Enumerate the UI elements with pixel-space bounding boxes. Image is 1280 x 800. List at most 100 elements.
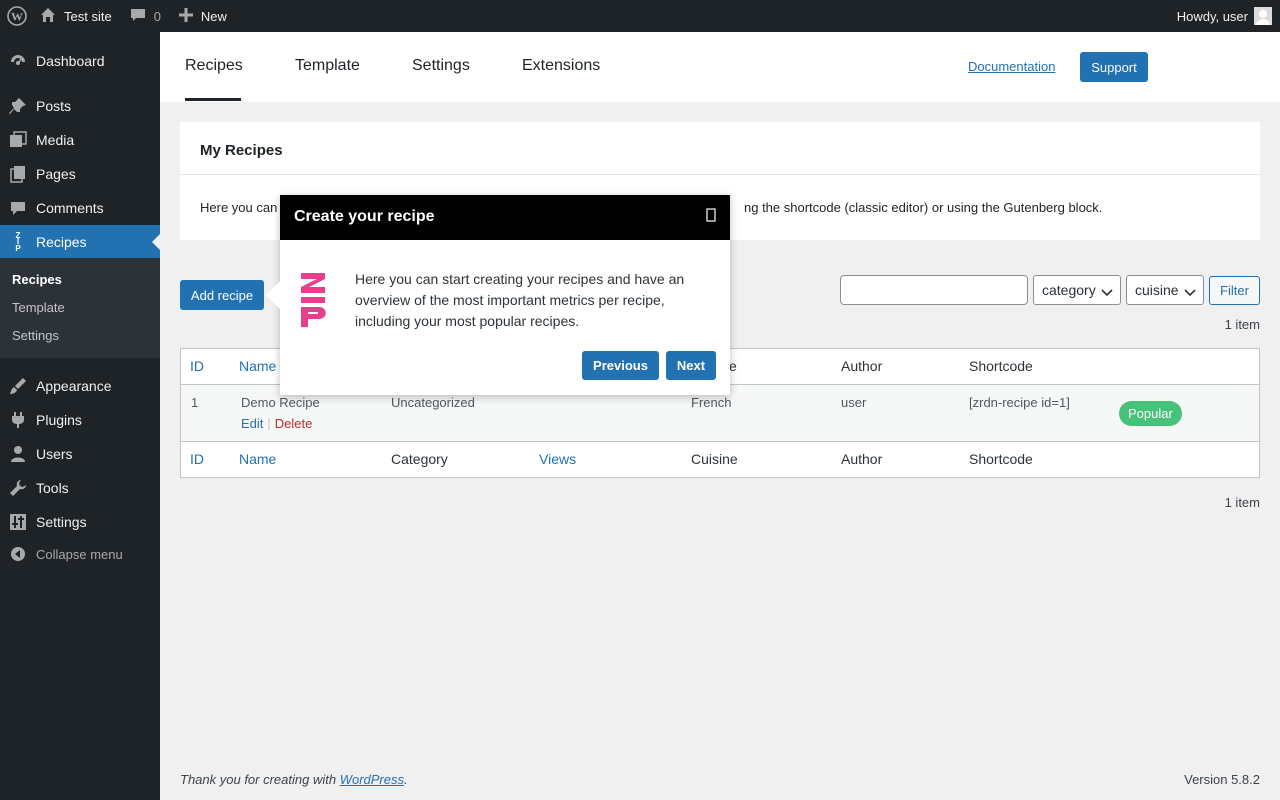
sidebar-item-appearance[interactable]: Appearance	[0, 369, 160, 403]
column-header-name[interactable]: Name	[239, 358, 276, 374]
comments-link[interactable]: 0	[130, 0, 161, 32]
cuisine-select[interactable]: cuisine	[1126, 275, 1204, 305]
column-footer-name[interactable]: Name	[239, 451, 276, 467]
divider	[180, 174, 1260, 175]
cell-author: user	[841, 395, 867, 410]
sidebar-item-plugins[interactable]: Plugins	[0, 403, 160, 437]
sidebar-item-label: Media	[36, 132, 75, 148]
comments-count: 0	[153, 8, 161, 24]
cell-cuisine: French	[691, 395, 732, 410]
admin-sidebar: Dashboard Posts Media Pages Comments ZIP…	[0, 32, 160, 800]
svg-text:W: W	[11, 10, 23, 24]
sidebar-item-users[interactable]: Users	[0, 437, 160, 471]
tour-description: Here you can start creating your recipes…	[355, 271, 685, 329]
comment-bubble-icon	[130, 7, 146, 26]
column-header-shortcode: Shortcode	[969, 358, 1033, 374]
collapse-arrow-icon	[0, 546, 36, 562]
category-select-value: category	[1042, 282, 1096, 298]
cell-name[interactable]: Demo Recipe	[241, 395, 320, 410]
items-count-top: 1 item	[1224, 317, 1260, 332]
my-account[interactable]: Howdy, user	[1177, 0, 1272, 32]
plugin-icon	[0, 411, 36, 429]
popular-badge: Popular	[1119, 401, 1182, 426]
tour-header: Create your recipe	[280, 195, 730, 240]
media-icon	[0, 131, 36, 149]
footer-version: Version 5.8.2	[1184, 772, 1260, 787]
delete-link[interactable]: Delete	[275, 416, 313, 431]
admin-bar: W Test site 0 New Howdy, user	[0, 0, 1280, 32]
active-tab-indicator	[185, 98, 241, 101]
wrench-icon	[0, 479, 36, 497]
footer-thanks-text: Thank you for creating with	[180, 772, 340, 787]
pages-icon	[0, 165, 36, 183]
chevron-down-icon	[1184, 285, 1196, 301]
column-header-id[interactable]: ID	[190, 358, 204, 374]
documentation-link[interactable]: Documentation	[968, 59, 1055, 74]
column-footer-id[interactable]: ID	[190, 451, 204, 467]
tab-template[interactable]: Template	[295, 57, 360, 75]
tab-recipes[interactable]: Recipes	[185, 57, 243, 75]
new-content-link[interactable]: New	[178, 0, 227, 32]
sidebar-item-recipes[interactable]: ZIP Recipes	[0, 225, 160, 259]
sidebar-item-label: Tools	[36, 480, 69, 496]
previous-button[interactable]: Previous	[582, 351, 659, 380]
sidebar-item-settings[interactable]: Settings	[0, 505, 160, 539]
sidebar-item-label: Pages	[36, 166, 76, 182]
sidebar-item-label: Posts	[36, 98, 72, 114]
collapse-menu-button[interactable]: Collapse menu	[0, 537, 160, 571]
sidebar-item-pages[interactable]: Pages	[0, 157, 160, 191]
submenu-template[interactable]: Template	[12, 300, 65, 315]
cell-shortcode: [zrdn-recipe id=1]	[969, 395, 1070, 410]
row-action-separator: |	[267, 416, 271, 431]
home-icon	[40, 7, 56, 26]
search-input[interactable]	[840, 275, 1028, 305]
edit-link[interactable]: Edit	[241, 416, 263, 431]
cell-id: 1	[191, 395, 199, 410]
category-select[interactable]: category	[1033, 275, 1121, 305]
support-button[interactable]: Support	[1080, 52, 1148, 82]
sidebar-item-posts[interactable]: Posts	[0, 89, 160, 123]
tour-title: Create your recipe	[294, 208, 435, 225]
sidebar-item-label: Plugins	[36, 412, 82, 428]
dashboard-icon	[0, 52, 36, 70]
column-footer-cuisine: Cuisine	[691, 451, 738, 467]
footer-thanks: Thank you for creating with WordPress.	[180, 772, 408, 787]
comment-icon	[0, 199, 36, 217]
wordpress-link[interactable]: WordPress	[340, 772, 404, 787]
column-footer-author: Author	[841, 451, 883, 467]
sidebar-item-media[interactable]: Media	[0, 123, 160, 157]
svg-text:P: P	[15, 244, 21, 253]
column-footer-shortcode: Shortcode	[969, 451, 1033, 467]
cuisine-select-value: cuisine	[1135, 282, 1179, 298]
wordpress-logo-icon[interactable]: W	[0, 0, 34, 32]
close-icon[interactable]	[706, 208, 716, 226]
chevron-down-icon	[1101, 285, 1113, 301]
add-recipe-button[interactable]: Add recipe	[180, 280, 264, 310]
panel-text-start: Here you can	[200, 200, 278, 215]
panel-text-end: ng the shortcode (classic editor) or usi…	[744, 200, 1103, 215]
sidebar-item-tools[interactable]: Tools	[0, 471, 160, 505]
tab-settings[interactable]: Settings	[412, 57, 470, 75]
panel-title: My Recipes	[200, 142, 283, 159]
filter-button[interactable]: Filter	[1209, 276, 1260, 305]
column-footer-views[interactable]: Views	[539, 451, 576, 467]
sidebar-item-dashboard[interactable]: Dashboard	[0, 44, 160, 78]
sidebar-item-label: Dashboard	[36, 53, 105, 69]
submenu-recipes[interactable]: Recipes	[12, 272, 62, 287]
submenu-settings[interactable]: Settings	[12, 328, 59, 343]
sidebar-item-label: Recipes	[36, 234, 87, 250]
brush-icon	[0, 377, 36, 395]
tab-extensions[interactable]: Extensions	[522, 57, 600, 75]
sidebar-item-comments[interactable]: Comments	[0, 191, 160, 225]
site-link[interactable]: Test site	[40, 0, 112, 32]
divider	[181, 441, 1259, 442]
cell-category: Uncategorized	[391, 395, 475, 410]
row-actions: Edit | Delete	[241, 416, 312, 431]
new-label: New	[200, 8, 227, 24]
column-footer-category: Category	[391, 451, 448, 467]
sidebar-item-label: Appearance	[36, 378, 112, 394]
settings-icon	[0, 513, 36, 531]
next-button[interactable]: Next	[666, 351, 716, 380]
footer-thanks-period: .	[404, 772, 408, 787]
user-icon	[0, 445, 36, 463]
